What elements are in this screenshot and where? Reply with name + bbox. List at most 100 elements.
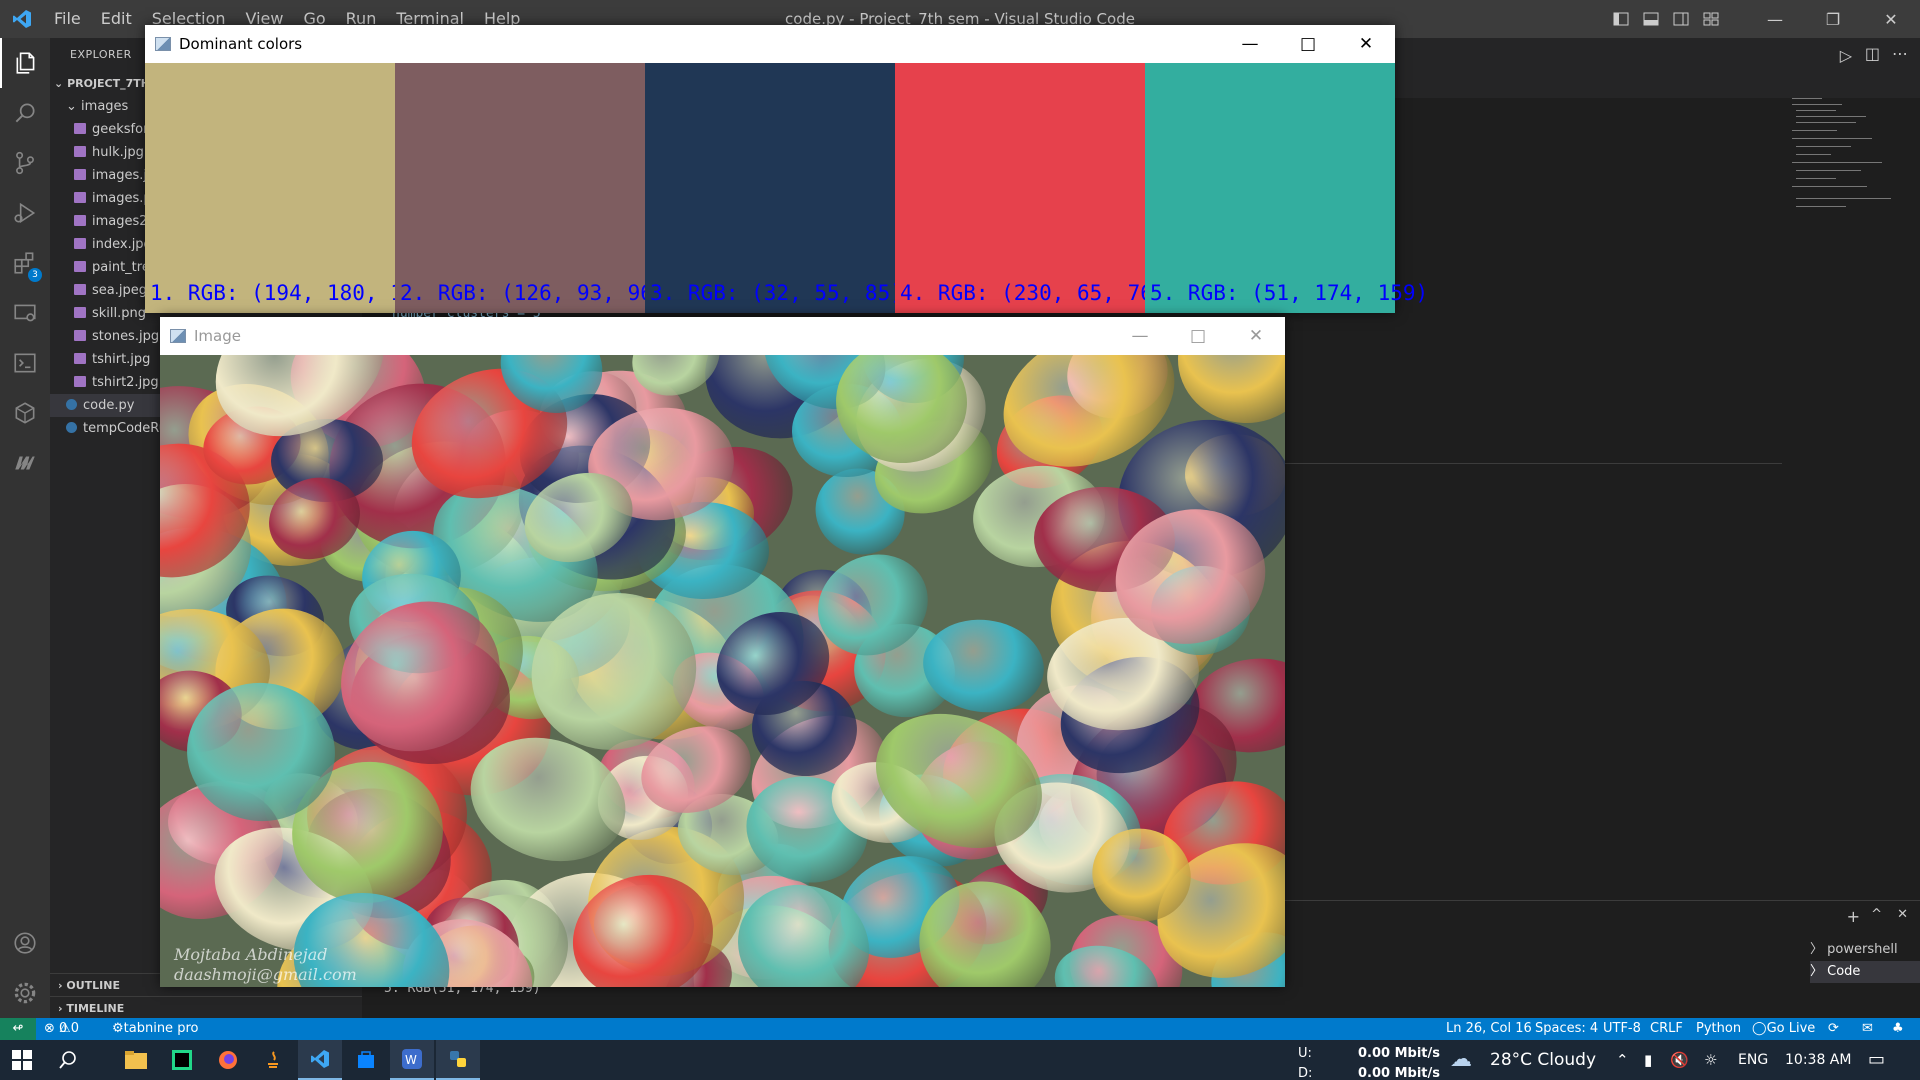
remote-explorer-icon[interactable] [0,288,50,338]
python-file-icon [66,399,77,410]
swatch-label: 2. RGB: (126, 93, 96) [400,281,666,305]
window-app-icon [155,37,171,51]
m-extension-icon[interactable] [0,438,50,488]
terminal-tab-code[interactable]: 〉 Code [1810,961,1920,983]
minimize-icon[interactable]: — [1746,0,1804,38]
swatch-label: 3. RGB: (32, 55, 85) [650,281,903,305]
image-file-icon [74,376,86,387]
close-icon[interactable]: ✕ [1337,25,1395,63]
more-actions-icon[interactable]: ⋯ [1892,44,1908,63]
toggle-secondary-sidebar-icon[interactable] [1666,0,1696,38]
chevron-up-icon[interactable]: ⌃ [1616,1040,1629,1080]
weather-widget[interactable]: 28°C Cloudy [1490,1040,1596,1080]
search-icon[interactable] [46,1040,90,1080]
svg-text:W: W [405,1053,417,1067]
vscode-taskbar-icon[interactable] [298,1040,342,1080]
store-icon[interactable] [344,1040,388,1080]
notification-center-icon[interactable]: ▭ [1868,1040,1885,1080]
restore-icon[interactable]: ❐ [1804,0,1862,38]
swatch-4: 4. RGB: (230, 65, 76) [895,63,1166,313]
extensions-badge: 3 [28,268,42,282]
eol[interactable]: CRLF [1650,1018,1683,1040]
extensions-icon[interactable]: 3 [0,238,50,288]
swatch-label: 5. RGB: (51, 174, 159) [1150,281,1429,305]
java-icon[interactable] [252,1040,296,1080]
indentation[interactable]: Spaces: 4 [1535,1018,1598,1040]
account-icon[interactable] [0,918,50,968]
maximize-panel-icon[interactable]: ^ [1871,907,1882,922]
menu-file[interactable]: File [44,0,91,38]
status-bar: ↫ ⊗ 0 ⚠ 0 ⚙ tabnine pro Ln 26, Col 16 Sp… [0,1018,1920,1040]
source-control-icon[interactable] [0,138,50,188]
timeline-section[interactable]: › TIMELINE [50,996,362,1019]
terminal-tab-powershell[interactable]: 〉 powershell [1810,939,1920,961]
clock[interactable]: 10:38 AM [1785,1040,1851,1080]
candy-photo: Mojtaba Abdinejad daashmoji@gmail.com [160,355,1285,987]
speaker-mute-icon[interactable]: 🔇 [1670,1040,1689,1080]
vscode-logo-icon [0,0,44,38]
settings-gear-icon[interactable] [0,968,50,1018]
dominant-colors-titlebar[interactable]: Dominant colors — □ ✕ [145,25,1395,63]
encoding[interactable]: UTF-8 [1603,1018,1641,1040]
file-explorer-icon[interactable] [114,1040,158,1080]
run-icon[interactable]: ▷ [1840,46,1852,65]
python-file-icon [66,422,77,433]
activity-bar: 3 [0,38,50,1018]
windows-start-icon[interactable] [0,1040,44,1080]
close-panel-icon[interactable]: ✕ [1897,907,1908,922]
image-window-titlebar[interactable]: Image — □ ✕ [160,317,1285,355]
firefox-icon[interactable] [206,1040,250,1080]
battery-icon[interactable]: ▮ [1644,1040,1652,1080]
run-debug-icon[interactable] [0,188,50,238]
feedback-icon[interactable]: ✉ [1862,1018,1873,1040]
terminal-icon[interactable] [0,338,50,388]
remote-indicator-icon[interactable]: ↫ [0,1018,36,1040]
cloud-icon: ☁ [1450,1047,1472,1072]
swatch-3: 3. RGB: (32, 55, 85) [645,63,903,313]
image-file-icon [74,123,86,134]
language-mode[interactable]: Python [1696,1018,1741,1040]
customize-layout-icon[interactable] [1696,0,1726,38]
menu-edit[interactable]: Edit [91,0,142,38]
image-file-icon [74,284,86,295]
tabnine-status[interactable]: ⚙ tabnine pro [112,1018,198,1040]
image-file-icon [74,307,86,318]
notifications-bell-icon[interactable]: ♣ [1892,1018,1904,1040]
explorer-icon[interactable] [0,38,50,88]
toggle-panel-icon[interactable] [1636,0,1666,38]
minimize-icon[interactable]: — [1111,317,1169,355]
windows-taskbar: W U: D: 0.00 Mbit/s 0.00 Mbit/s ☁ 28°C C… [0,1040,1920,1080]
python-taskbar-icon[interactable] [436,1040,480,1080]
split-editor-icon[interactable]: ◫ [1865,44,1880,63]
problems-indicator[interactable]: ⊗ 0 ⚠ 0 [44,1018,79,1040]
image-file-icon [74,215,86,226]
window-app-icon [170,329,186,343]
close-icon[interactable]: ✕ [1227,317,1285,355]
wifi-icon[interactable]: ☼ [1704,1040,1717,1080]
pycharm-icon[interactable] [160,1040,204,1080]
app-w-icon[interactable]: W [390,1040,434,1080]
swatch-2: 2. RGB: (126, 93, 96) [395,63,666,313]
chevron-down-icon: ⌄ [66,99,77,114]
search-icon[interactable] [0,88,50,138]
image-window-title: Image [194,327,241,345]
chevron-down-icon: ⌄ [54,77,64,90]
new-terminal-icon[interactable]: + [1847,907,1860,926]
image-window: Image — □ ✕ Mojtaba Abdinejad daashmoji@… [160,317,1285,987]
go-live-button[interactable]: ◯ Go Live [1752,1018,1815,1040]
testing-icon[interactable] [0,388,50,438]
language-indicator[interactable]: ENG [1738,1040,1768,1080]
close-icon[interactable]: ✕ [1862,0,1920,38]
maximize-icon[interactable]: □ [1169,317,1227,355]
toggle-sidebar-icon[interactable] [1606,0,1636,38]
swatch-1: 1. RGB: (194, 180, 125) [145,63,441,313]
cursor-position[interactable]: Ln 26, Col 16 [1446,1018,1532,1040]
minimize-icon[interactable]: — [1221,25,1279,63]
image-file-icon [74,169,86,180]
candy-shape [1176,355,1285,426]
image-file-icon [74,261,86,272]
dominant-colors-title: Dominant colors [179,35,303,53]
image-file-icon [74,192,86,203]
maximize-icon[interactable]: □ [1279,25,1337,63]
sync-icon[interactable]: ⟳ [1828,1018,1839,1040]
